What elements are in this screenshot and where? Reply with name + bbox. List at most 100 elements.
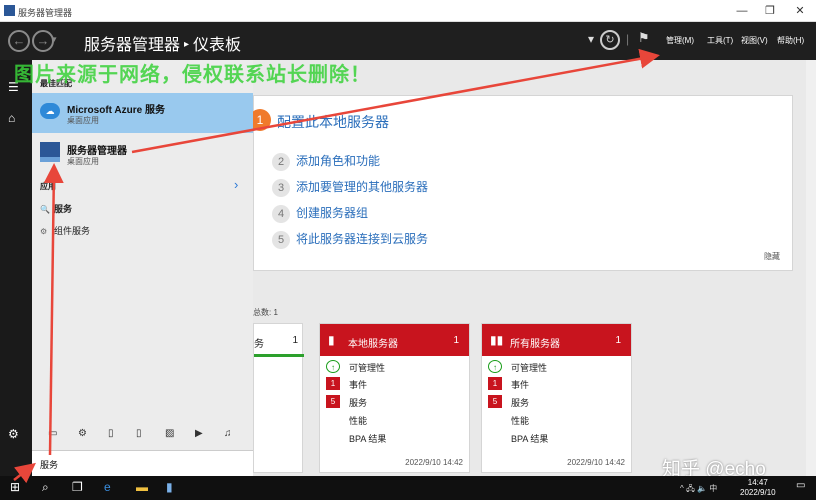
- window-titlebar: 服务器管理器 — ❐ ✕: [0, 0, 816, 22]
- menu-manage[interactable]: 管理(M): [666, 35, 694, 46]
- tile-title: 本地服务器: [348, 339, 398, 350]
- refresh-icon[interactable]: ↻: [600, 30, 620, 50]
- menu-view[interactable]: 视图(V): [741, 35, 768, 46]
- result-server-manager[interactable]: 服务器管理器: [67, 142, 127, 157]
- tile-timestamp: 2022/9/10 14:42: [567, 458, 625, 467]
- refresh-dropdown-icon[interactable]: ▾: [588, 32, 594, 46]
- connect-cloud-link[interactable]: 5 将此服务器连接到云服务: [272, 230, 428, 249]
- quick-start-panel: 1 配置此本地服务器 2 添加角色和功能 3 添加要管理的其他服务器 4 创建服务器组…: [249, 95, 793, 271]
- edge-browser-icon[interactable]: e: [104, 480, 111, 494]
- roles-total-caption: 总数: 1: [253, 308, 278, 317]
- start-search-input[interactable]: 服务: [32, 450, 253, 476]
- menu-help[interactable]: 帮助(H): [777, 35, 804, 46]
- tile-row-label[interactable]: 性能: [511, 414, 529, 427]
- filter-documents-icon[interactable]: ▯: [108, 428, 114, 439]
- menu-tools[interactable]: 工具(T): [707, 35, 733, 46]
- tile-row-label[interactable]: 可管理性: [511, 361, 547, 374]
- task-view-icon[interactable]: ❐: [72, 480, 83, 494]
- start-menu-rail: ☰ ⌂ ⚙: [0, 60, 32, 476]
- breadcrumb-separator-icon: ▸: [184, 39, 190, 50]
- hide-link[interactable]: 隐藏: [764, 251, 780, 262]
- configure-local-server-link[interactable]: 配置此本地服务器: [277, 112, 389, 132]
- add-roles-link[interactable]: 2 添加角色和功能: [272, 152, 380, 171]
- maximize-button[interactable]: ❐: [756, 3, 784, 19]
- result-type: 桌面应用: [67, 157, 99, 166]
- back-button[interactable]: ←: [8, 30, 30, 52]
- breadcrumb-app[interactable]: 服务器管理器: [84, 37, 180, 54]
- filter-settings-icon[interactable]: ⚙: [78, 428, 87, 439]
- manageability-ok-icon: ↑: [488, 360, 502, 373]
- component-services-icon: ⚙: [40, 227, 48, 236]
- filter-apps-icon[interactable]: ▭: [48, 428, 57, 439]
- app-item-component-services[interactable]: ⚙ 组件服务: [40, 224, 90, 237]
- taskbar-search-icon[interactable]: ⌕: [42, 480, 49, 495]
- tile-count: 1: [453, 335, 459, 346]
- search-filter-bar: ▭ ⚙ ▯ ▯ ▨ ▶ ♫: [32, 420, 253, 450]
- roles-tile-title: 务: [254, 339, 264, 350]
- events-count-badge: 1: [326, 377, 340, 390]
- notifications-icon[interactable]: ▭: [796, 480, 805, 491]
- separator: |: [626, 32, 630, 46]
- all-servers-tile[interactable]: ▮▮ 所有服务器 1 ↑ 可管理性 1 事件 5 服务 性能 BPA 结果 20…: [481, 323, 632, 473]
- services-count-badge: 5: [326, 395, 340, 408]
- tile-row-label[interactable]: 服务: [349, 396, 367, 409]
- tile-header[interactable]: ▮ 本地服务器 1: [320, 324, 469, 356]
- tile-row-label[interactable]: 服务: [511, 396, 529, 409]
- search-services-icon: 🔍: [40, 205, 50, 214]
- tile-row-label[interactable]: 事件: [349, 378, 367, 391]
- vertical-scrollbar[interactable]: [806, 60, 816, 476]
- file-explorer-icon[interactable]: ▬: [136, 480, 148, 494]
- step-label: 将此服务器连接到云服务: [296, 232, 429, 246]
- window-title: 服务器管理器: [18, 8, 73, 18]
- taskbar-clock[interactable]: 14:47 2022/9/10: [740, 478, 776, 498]
- close-button[interactable]: ✕: [786, 3, 814, 19]
- create-server-group-link[interactable]: 4 创建服务器组: [272, 204, 368, 223]
- step-number: 5: [272, 231, 290, 249]
- tile-timestamp: 2022/9/10 14:42: [405, 458, 463, 467]
- result-azure-services[interactable]: ☁ Microsoft Azure 服务 桌面应用: [32, 93, 253, 133]
- app-header: ← → ▾ 服务器管理器 ▸ 仪表板 ▾ ↻ | ⚑ 管理(M) 工具(T) 视图(…: [0, 22, 816, 60]
- tile-row-label[interactable]: 事件: [511, 378, 529, 391]
- breadcrumb-page: 仪表板: [193, 37, 242, 54]
- tile-header[interactable]: ▮▮ 所有服务器 1: [482, 324, 631, 356]
- forward-button[interactable]: →: [32, 30, 54, 52]
- filter-folders-icon[interactable]: ▯: [136, 428, 142, 439]
- search-query-text: 服务: [40, 460, 59, 470]
- tile-title: 所有服务器: [510, 339, 560, 350]
- step-number: 3: [272, 179, 290, 197]
- tile-row-label[interactable]: BPA 结果: [511, 432, 548, 445]
- start-windows-icon[interactable]: ⊞: [10, 480, 20, 494]
- tile-row-label[interactable]: 可管理性: [349, 361, 385, 374]
- manageability-ok-icon: ↑: [326, 360, 340, 373]
- server-manager-app-icon: [4, 5, 15, 16]
- roles-tile-count: 1: [292, 335, 298, 346]
- tile-row-label[interactable]: BPA 结果: [349, 432, 386, 445]
- settings-gear-icon[interactable]: ⚙: [8, 427, 19, 441]
- step-label: 添加要管理的其他服务器: [296, 180, 429, 194]
- services-count-badge: 5: [488, 395, 502, 408]
- watermark-text: 图片来源于网络，侵权联系站长删除！: [14, 64, 371, 86]
- local-server-tile[interactable]: ▮ 本地服务器 1 ↑ 可管理性 1 事件 5 服务 性能 BPA 结果 202…: [319, 323, 470, 473]
- taskbar: ⊞ ⌕ ❐ e ▬ ▮ ^ 🖧 🔈 中 14:47 2022/9/10 ▭: [0, 476, 816, 500]
- step-number: 4: [272, 205, 290, 223]
- notifications-flag-icon[interactable]: ⚑: [638, 30, 650, 46]
- app-item-services[interactable]: 🔍 服务: [40, 202, 72, 215]
- server-manager-taskbar-icon[interactable]: ▮: [166, 480, 173, 494]
- apps-expand-chevron-icon[interactable]: ›: [234, 177, 238, 192]
- tile-row-label[interactable]: 性能: [349, 414, 367, 427]
- home-icon[interactable]: ⌂: [8, 111, 15, 125]
- servers-icon: ▮▮: [490, 333, 504, 347]
- add-servers-link[interactable]: 3 添加要管理的其他服务器: [272, 178, 428, 197]
- minimize-button[interactable]: —: [728, 3, 756, 19]
- tile-count: 1: [615, 335, 621, 346]
- clock-date: 2022/9/10: [740, 488, 776, 497]
- roles-tile[interactable]: 务 1: [253, 323, 304, 473]
- history-dropdown-icon[interactable]: ▾: [52, 34, 57, 45]
- breadcrumb: 服务器管理器 ▸ 仪表板: [84, 31, 241, 55]
- filter-videos-icon[interactable]: ▶: [195, 428, 203, 439]
- result-type: 桌面应用: [67, 116, 99, 125]
- status-bar: [254, 354, 304, 357]
- filter-music-icon[interactable]: ♫: [224, 428, 232, 439]
- filter-photos-icon[interactable]: ▨: [165, 428, 174, 439]
- system-tray-icons[interactable]: ^ 🖧 🔈 中: [680, 483, 717, 497]
